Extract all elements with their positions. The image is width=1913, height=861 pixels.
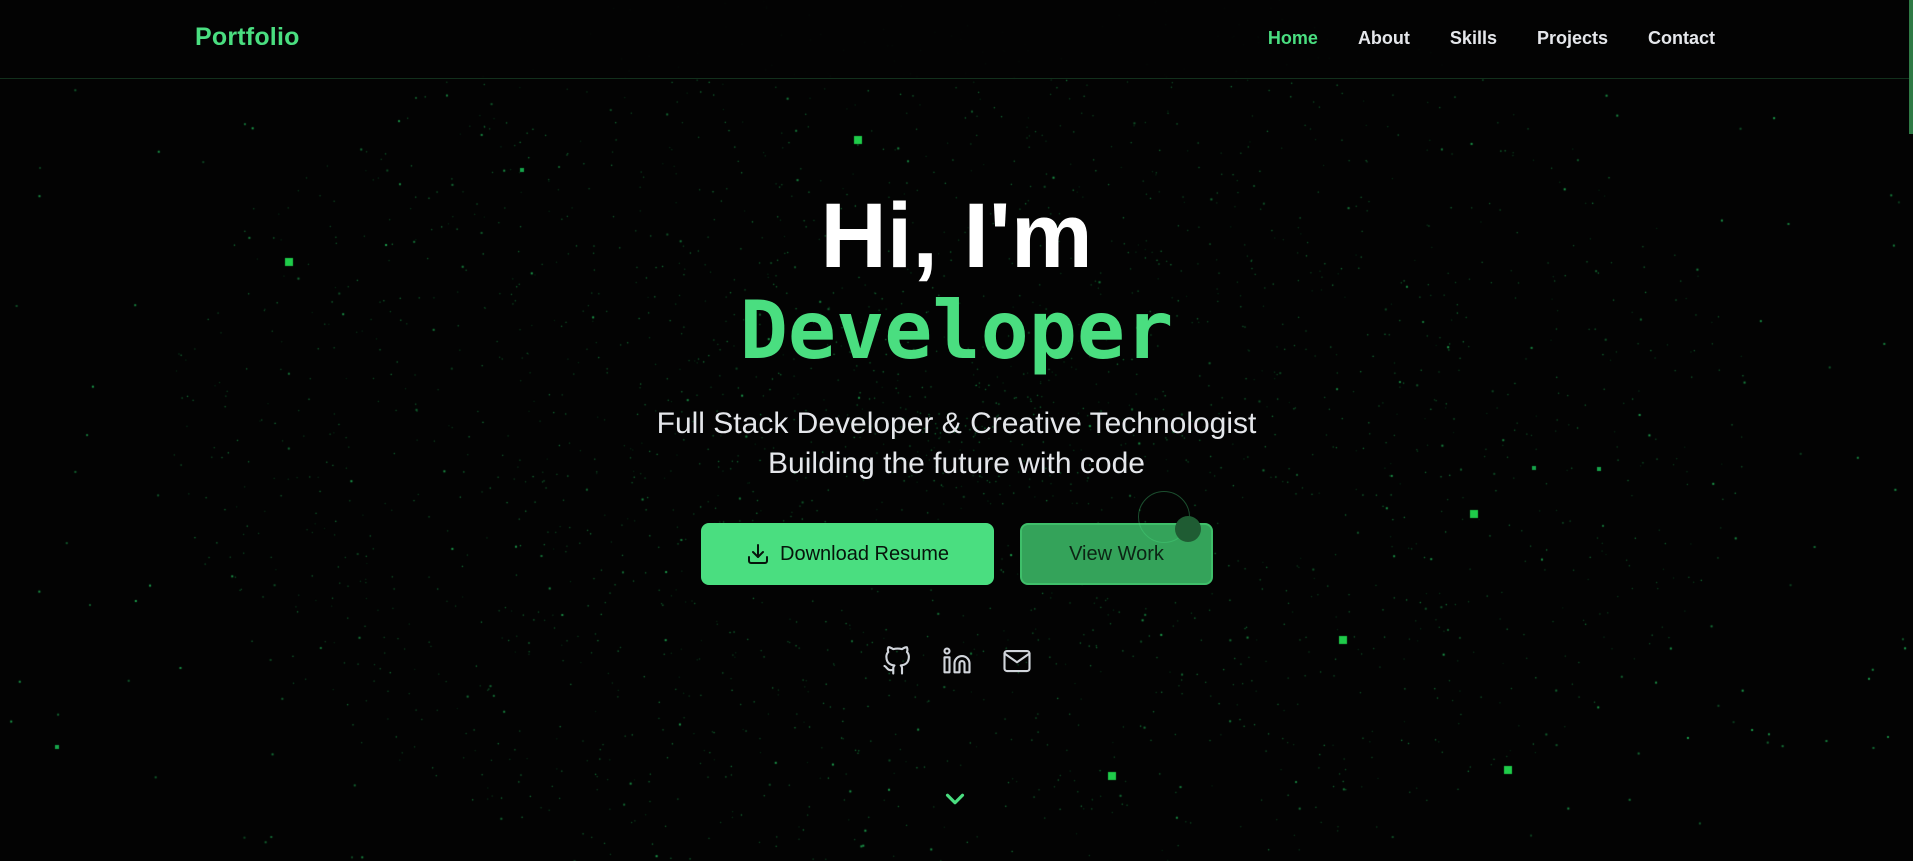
hero-greeting: Hi, I'm: [820, 185, 1093, 287]
nav-link-skills[interactable]: Skills: [1450, 28, 1497, 49]
nav-links: Home About Skills Projects Contact: [1268, 28, 1715, 49]
github-icon[interactable]: [882, 646, 912, 676]
download-resume-button[interactable]: Download Resume: [701, 523, 994, 585]
navbar: Portfolio Home About Skills Projects Con…: [0, 0, 1913, 79]
nav-link-about[interactable]: About: [1358, 28, 1410, 49]
custom-cursor-dot: [1175, 516, 1201, 542]
chevron-down-icon[interactable]: [940, 784, 970, 814]
view-work-label: View Work: [1069, 542, 1164, 565]
hero-name: Developer: [739, 284, 1174, 377]
linkedin-icon[interactable]: [942, 646, 972, 676]
mail-icon[interactable]: [1002, 646, 1032, 676]
download-resume-label: Download Resume: [780, 542, 949, 565]
hero-subtitle-line1: Full Stack Developer & Creative Technolo…: [656, 407, 1257, 440]
nav-link-projects[interactable]: Projects: [1537, 28, 1608, 49]
nav-link-contact[interactable]: Contact: [1648, 28, 1715, 49]
nav-link-home[interactable]: Home: [1268, 28, 1318, 49]
scroll-progress-indicator: [1909, 0, 1913, 134]
hero-subtitle-line2: Building the future with code: [768, 447, 1145, 480]
social-links: [0, 646, 1913, 676]
download-icon: [748, 544, 768, 564]
hero-section: Hi, I'm Developer Full Stack Developer &…: [0, 0, 1913, 861]
page: Portfolio Home About Skills Projects Con…: [0, 0, 1913, 861]
brand-logo[interactable]: Portfolio: [195, 23, 300, 52]
